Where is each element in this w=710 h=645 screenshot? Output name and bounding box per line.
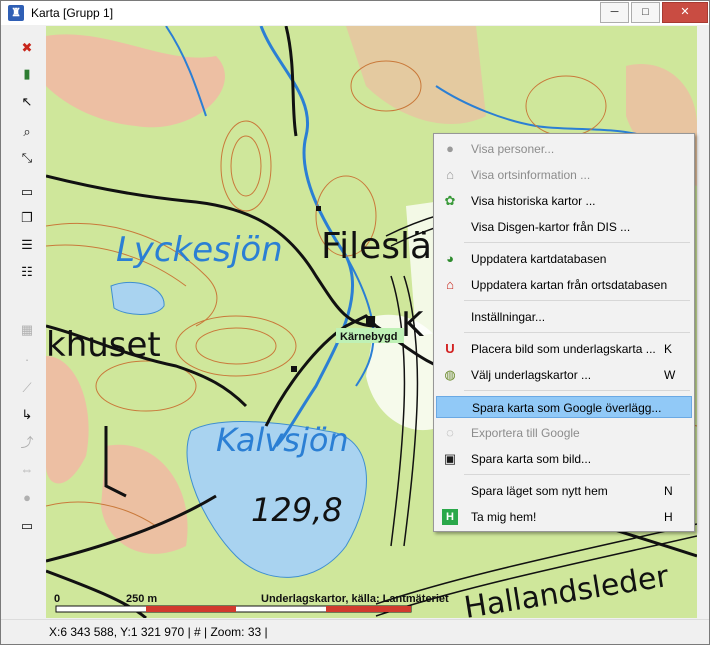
menu-item-10: ◌ Exportera till Google bbox=[436, 422, 692, 444]
menu-item-label: Visa historiska kartor ... bbox=[471, 194, 596, 208]
move-icon: ⇔ bbox=[20, 462, 34, 477]
point-icon: · bbox=[24, 352, 30, 367]
menu-item-12[interactable]: Spara läget som nytt hem N bbox=[436, 480, 692, 502]
scale-start-label: 0 bbox=[54, 593, 60, 605]
refresh-icon: ◕ bbox=[446, 251, 454, 266]
title-bar[interactable]: ♜ Karta [Grupp 1] ─ □ ✕ bbox=[1, 1, 709, 25]
menu-separator bbox=[464, 300, 690, 301]
status-bar: X:6 343 588, Y:1 321 970 | # | Zoom: 33 … bbox=[1, 619, 709, 644]
menu-item-1: ⌂ Visa ortsinformation ... bbox=[436, 164, 692, 186]
menu-item-0: ● Visa personer... bbox=[436, 138, 692, 160]
globe-icon: ◌ bbox=[446, 425, 454, 440]
menu-item-shortcut: H bbox=[664, 510, 673, 524]
person-icon: ● bbox=[446, 141, 454, 156]
house-icon: ⌂ bbox=[446, 167, 454, 182]
menu-item-label: Visa ortsinformation ... bbox=[471, 168, 591, 182]
place-label-filesla: Fileslä bbox=[321, 226, 432, 267]
settlement-label: Kärnebygd bbox=[340, 331, 397, 343]
menu-item-7[interactable]: U Placera bild som underlagskarta ... K bbox=[436, 338, 692, 360]
measure-icon[interactable]: ⤡ bbox=[17, 149, 37, 167]
close-button[interactable]: ✕ bbox=[662, 2, 708, 23]
frame-icon[interactable]: ▭ bbox=[17, 517, 37, 535]
menu-separator bbox=[464, 390, 690, 391]
lake-label-kalvsjon: Kalvsjön bbox=[216, 421, 349, 459]
scale-distance-label: 250 m bbox=[126, 593, 157, 605]
menu-item-label: Placera bild som underlagskarta ... bbox=[471, 342, 656, 356]
menu-item-label: Exportera till Google bbox=[471, 426, 580, 440]
menu-item-11[interactable]: ▣ Spara karta som bild... bbox=[436, 448, 692, 470]
menu-item-label: Spara karta som Google överlägg... bbox=[472, 401, 662, 415]
menu-item-label: Spara läget som nytt hem bbox=[471, 484, 608, 498]
menu-item-2[interactable]: ✿ Visa historiska kartor ... bbox=[436, 190, 692, 212]
path-icon: ⤴ bbox=[20, 435, 34, 450]
menu-item-3[interactable]: Visa Disgen-kartor från DIS ... bbox=[436, 216, 692, 238]
place-label-k: K bbox=[401, 305, 425, 345]
circle-icon: ● bbox=[23, 490, 31, 505]
zoom-icon[interactable]: ⌕ bbox=[17, 123, 37, 141]
elevation-label: 129,8 bbox=[251, 491, 343, 529]
menu-separator bbox=[464, 332, 690, 333]
house-update-icon: ⌂ bbox=[446, 277, 454, 292]
menu-separator bbox=[464, 242, 690, 243]
menu-item-shortcut: W bbox=[664, 368, 676, 382]
menu-item-8[interactable]: ◍ Välj underlagskartor ... W bbox=[436, 364, 692, 386]
copy-icon[interactable]: ❐ bbox=[17, 209, 37, 227]
app-icon: ♜ bbox=[8, 5, 24, 21]
menu-separator bbox=[464, 474, 690, 475]
magnet-icon: U bbox=[445, 341, 455, 356]
place-label-khuset: khuset bbox=[46, 325, 161, 365]
route-icon[interactable]: ↳ bbox=[17, 406, 37, 424]
menu-item-label: Spara karta som bild... bbox=[471, 452, 592, 466]
close-map-icon[interactable]: ✖ bbox=[17, 39, 37, 57]
lake-label-lyckesjon: Lyckesjön bbox=[116, 230, 283, 270]
menu-item-4[interactable]: ◕ Uppdatera kartdatabasen bbox=[436, 248, 692, 270]
menu-item-9[interactable]: Spara karta som Google överlägg... bbox=[436, 396, 692, 418]
menu-item-13[interactable]: H Ta mig hem! H bbox=[436, 506, 692, 528]
ruler-icon[interactable]: ▭ bbox=[17, 183, 37, 201]
minimize-button[interactable]: ─ bbox=[600, 2, 629, 23]
menu-item-label: Inställningar... bbox=[471, 310, 546, 324]
window-title: Karta [Grupp 1] bbox=[31, 6, 114, 20]
table-icon: ▦ bbox=[20, 322, 34, 337]
menu-item-label: Ta mig hem! bbox=[471, 510, 537, 524]
menu-item-label: Välj underlagskartor ... bbox=[471, 368, 592, 382]
menu-item-5[interactable]: ⌂ Uppdatera kartan från ortsdatabasen bbox=[436, 274, 692, 296]
menu-item-label: Uppdatera kartan från ortsdatabasen bbox=[471, 278, 668, 292]
maximize-button[interactable]: □ bbox=[631, 2, 660, 23]
list-icon[interactable]: ☰ bbox=[17, 236, 37, 254]
menu-item-6[interactable]: Inställningar... bbox=[436, 306, 692, 328]
menu-item-label: Uppdatera kartdatabasen bbox=[471, 252, 607, 266]
clover-icon: ✿ bbox=[444, 193, 456, 208]
status-coordinates: X:6 343 588, Y:1 321 970 | # | Zoom: 33 … bbox=[49, 625, 268, 639]
pointer-icon[interactable]: ↖ bbox=[17, 93, 37, 111]
menu-item-shortcut: N bbox=[664, 484, 673, 498]
menu-item-label: Visa Disgen-kartor från DIS ... bbox=[471, 220, 631, 234]
home-h-icon: H bbox=[442, 509, 458, 525]
map-toolbar: ✖ ▮ ↖ ⌕ ⤡ ▭ ❐ ☰ ☷ ▦ · ⟋ ↳ ⤴ ⇔ ● ▭ bbox=[9, 31, 45, 616]
menu-item-label: Visa personer... bbox=[471, 142, 555, 156]
floppy-icon: ▣ bbox=[443, 451, 457, 466]
line-icon: ⟋ bbox=[22, 380, 32, 395]
layers-icon[interactable]: ▮ bbox=[17, 65, 37, 83]
grid-icon[interactable]: ☷ bbox=[17, 263, 37, 281]
map-select-icon: ◍ bbox=[444, 367, 456, 382]
menu-item-shortcut: K bbox=[664, 342, 673, 356]
map-context-menu: ● Visa personer... ⌂ Visa ortsinformation .… bbox=[433, 133, 695, 532]
map-source-label: Underlagskartor, källa: Lantmäteriet bbox=[261, 593, 449, 605]
